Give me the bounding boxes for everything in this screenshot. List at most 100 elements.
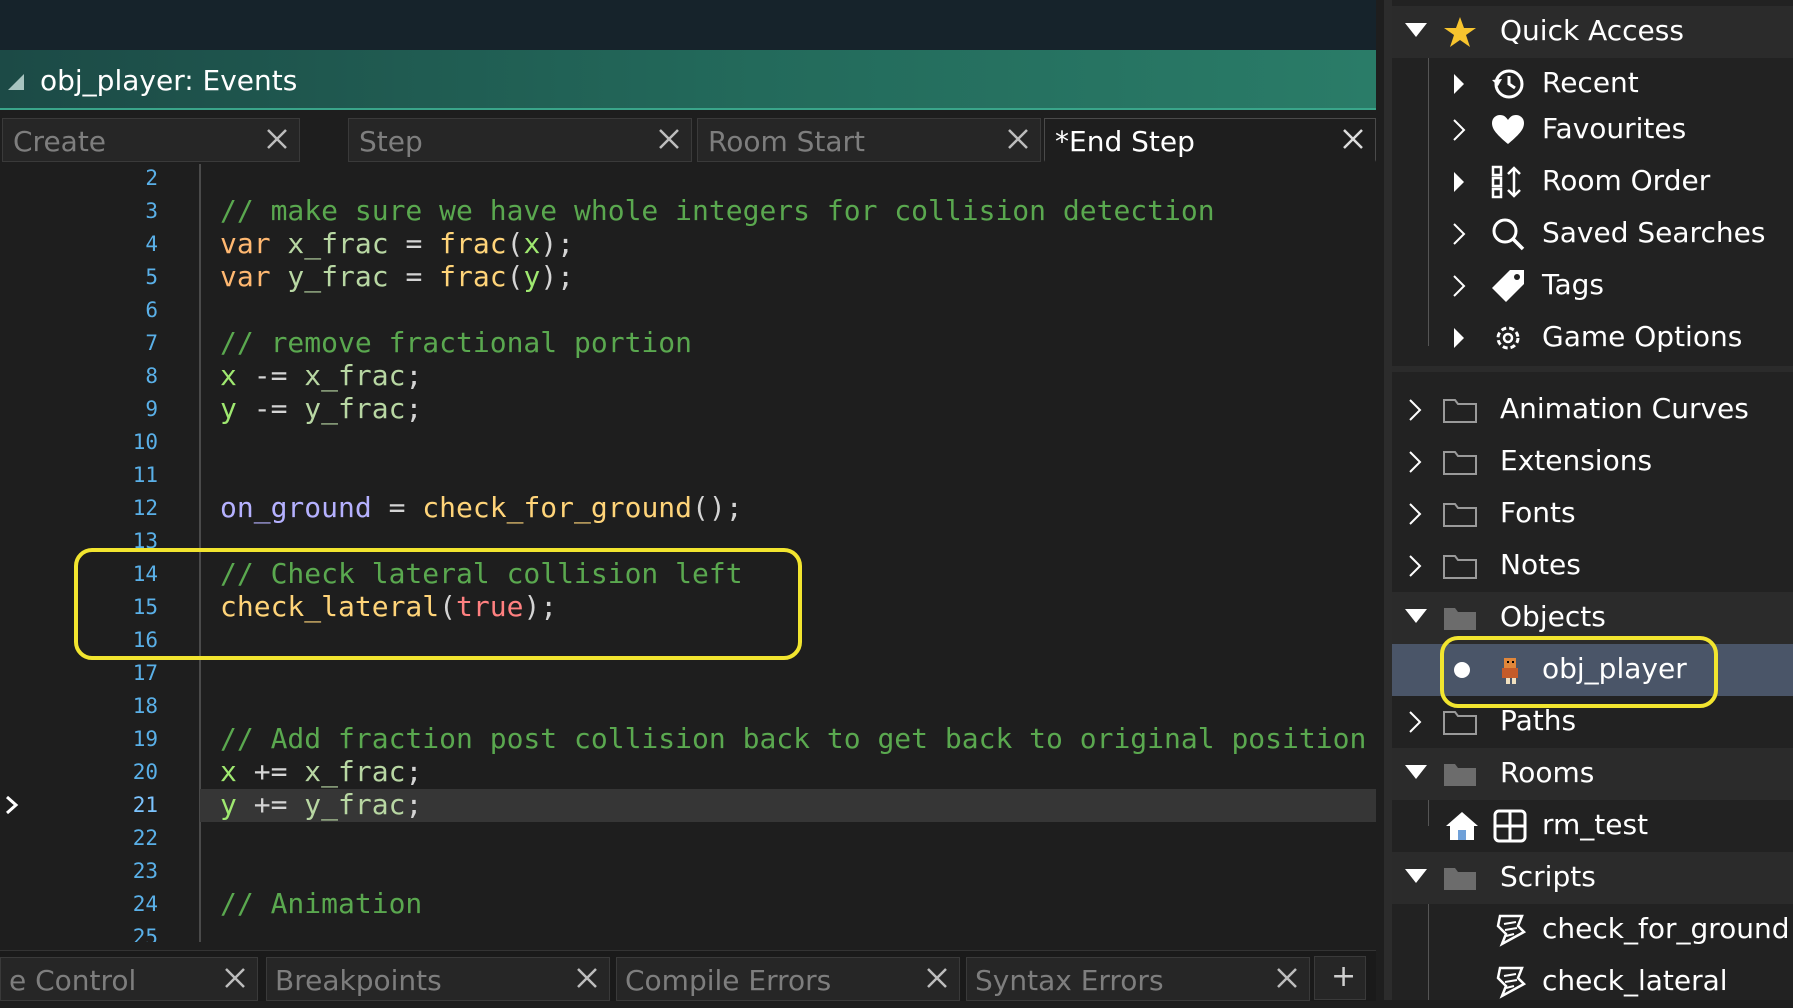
- quick-access-item-favourites[interactable]: Favourites: [1392, 104, 1793, 156]
- group-extensions[interactable]: Extensions: [1392, 436, 1793, 488]
- group-label: Paths: [1500, 704, 1577, 737]
- line-number[interactable]: 12: [133, 496, 158, 520]
- line-number[interactable]: 10: [133, 430, 158, 454]
- folder-icon: [1443, 451, 1477, 475]
- code-line-7: // remove fractional portion: [220, 326, 693, 359]
- tab-compile-errors[interactable]: Compile Errors: [616, 957, 960, 1001]
- group-fonts[interactable]: Fonts: [1392, 488, 1793, 540]
- quick-access-item-saved-searches[interactable]: Saved Searches: [1392, 208, 1793, 260]
- tab-label: Syntax Errors: [975, 964, 1164, 997]
- chevron-down-icon[interactable]: [1404, 606, 1428, 626]
- line-number[interactable]: 17: [133, 661, 158, 685]
- line-number[interactable]: 24: [133, 892, 158, 916]
- group-label: Notes: [1500, 548, 1581, 581]
- add-tab-button[interactable]: +: [1314, 956, 1366, 1000]
- tab-end-step[interactable]: *End Step: [1044, 118, 1376, 162]
- line-number[interactable]: 19: [133, 727, 158, 751]
- folder-icon: [1443, 711, 1477, 735]
- code-line-3: // make sure we have whole integers for …: [220, 194, 1215, 227]
- asset-browser: Quick Access Recent Favourites Room Orde…: [1384, 0, 1793, 1000]
- chevron-down-icon[interactable]: [1404, 866, 1428, 886]
- history-icon: [1492, 69, 1524, 99]
- group-animation-curves[interactable]: Animation Curves: [1392, 384, 1793, 436]
- quick-access-label: Quick Access: [1500, 14, 1684, 47]
- chevron-right-icon[interactable]: [1408, 450, 1422, 474]
- line-number[interactable]: 11: [133, 463, 158, 487]
- quick-access-item-tags[interactable]: Tags: [1392, 260, 1793, 312]
- chevron-right-icon[interactable]: [1408, 710, 1422, 734]
- search-icon: [1492, 218, 1525, 251]
- line-number[interactable]: 21: [133, 793, 158, 817]
- code-line-9: y -= y_frac;: [220, 392, 423, 425]
- line-number[interactable]: 8: [145, 364, 158, 388]
- line-number[interactable]: 6: [145, 298, 158, 322]
- chevron-right-icon[interactable]: [1408, 502, 1422, 526]
- line-number[interactable]: 4: [145, 232, 158, 256]
- line-number[interactable]: 9: [145, 397, 158, 421]
- code-line-20: x += x_frac;: [220, 755, 423, 788]
- chevron-right-icon[interactable]: [1452, 222, 1466, 246]
- tab-step[interactable]: Step: [348, 118, 692, 162]
- chevron-right-icon[interactable]: [1408, 398, 1422, 422]
- group-notes[interactable]: Notes: [1392, 540, 1793, 592]
- tab-room-start[interactable]: Room Start: [697, 118, 1041, 162]
- chevron-right-icon[interactable]: [1452, 72, 1466, 96]
- chevron-right-icon[interactable]: [1452, 170, 1466, 194]
- tab-breakpoints[interactable]: Breakpoints: [266, 957, 610, 1001]
- folder-open-icon: [1444, 868, 1476, 890]
- window-title: obj_player: Events: [40, 64, 298, 97]
- quick-access-item-recent[interactable]: Recent: [1392, 58, 1793, 110]
- resize-grip-icon[interactable]: [8, 74, 24, 90]
- line-number[interactable]: 22: [133, 826, 158, 850]
- tab-create[interactable]: Create: [2, 118, 300, 162]
- window-title-bar[interactable]: obj_player: Events: [0, 50, 1376, 110]
- close-icon[interactable]: [265, 127, 289, 151]
- folder-open-icon: [1444, 764, 1476, 786]
- code-editor-window: obj_player: Events Create Step Room Star…: [0, 0, 1376, 1001]
- chevron-down-icon[interactable]: [1404, 762, 1428, 782]
- code-line-19: // Add fraction post collision back to g…: [220, 722, 1367, 755]
- line-number[interactable]: 5: [145, 265, 158, 289]
- line-number[interactable]: 2: [145, 166, 158, 190]
- quick-access-label: Room Order: [1542, 164, 1711, 197]
- bottom-panel-tabs: e Control Breakpoints Compile Errors Syn…: [0, 950, 1376, 1001]
- chevron-right-icon[interactable]: [1452, 118, 1466, 142]
- close-icon[interactable]: [223, 966, 247, 990]
- line-number[interactable]: 18: [133, 694, 158, 718]
- tag-icon: [1492, 270, 1524, 302]
- line-number[interactable]: 7: [145, 331, 158, 355]
- line-number[interactable]: 23: [133, 859, 158, 883]
- group-label: Scripts: [1500, 860, 1596, 893]
- quick-access-item-room-order[interactable]: Room Order: [1392, 156, 1793, 208]
- tab-syntax-errors[interactable]: Syntax Errors: [966, 957, 1310, 1001]
- close-icon[interactable]: [575, 966, 599, 990]
- group-scripts[interactable]: Scripts: [1392, 852, 1793, 904]
- tab-label: e Control: [9, 964, 137, 997]
- group-rooms[interactable]: Rooms: [1392, 748, 1793, 800]
- line-number[interactable]: 20: [133, 760, 158, 784]
- line-number[interactable]: 3: [145, 199, 158, 223]
- close-icon[interactable]: [1275, 966, 1299, 990]
- quick-access-label: Favourites: [1542, 112, 1687, 145]
- close-icon[interactable]: [925, 966, 949, 990]
- asset-rm-test[interactable]: rm_test: [1392, 800, 1793, 852]
- quick-access-header[interactable]: Quick Access: [1392, 6, 1793, 58]
- line-number[interactable]: 25: [133, 925, 158, 942]
- close-icon[interactable]: [657, 127, 681, 151]
- tab-source-control[interactable]: e Control: [0, 957, 258, 1001]
- folder-icon: [1443, 399, 1477, 423]
- tab-label: Breakpoints: [275, 964, 442, 997]
- chevron-right-icon[interactable]: [1452, 274, 1466, 298]
- close-icon[interactable]: [1006, 127, 1030, 151]
- folder-icon: [1443, 503, 1477, 527]
- chevron-down-icon[interactable]: [1404, 20, 1428, 40]
- code-highlight-box: [74, 548, 802, 660]
- code-line-12: on_ground = check_for_ground();: [220, 491, 743, 524]
- close-icon[interactable]: [1341, 127, 1365, 151]
- quick-access-item-game-options[interactable]: Game Options: [1392, 312, 1793, 364]
- asset-check-lateral[interactable]: check_lateral: [1392, 956, 1793, 1008]
- chevron-right-icon[interactable]: [1408, 554, 1422, 578]
- asset-check-for-ground[interactable]: check_for_ground: [1392, 904, 1793, 956]
- script-icon: [1496, 914, 1527, 947]
- chevron-right-icon[interactable]: [1452, 326, 1466, 350]
